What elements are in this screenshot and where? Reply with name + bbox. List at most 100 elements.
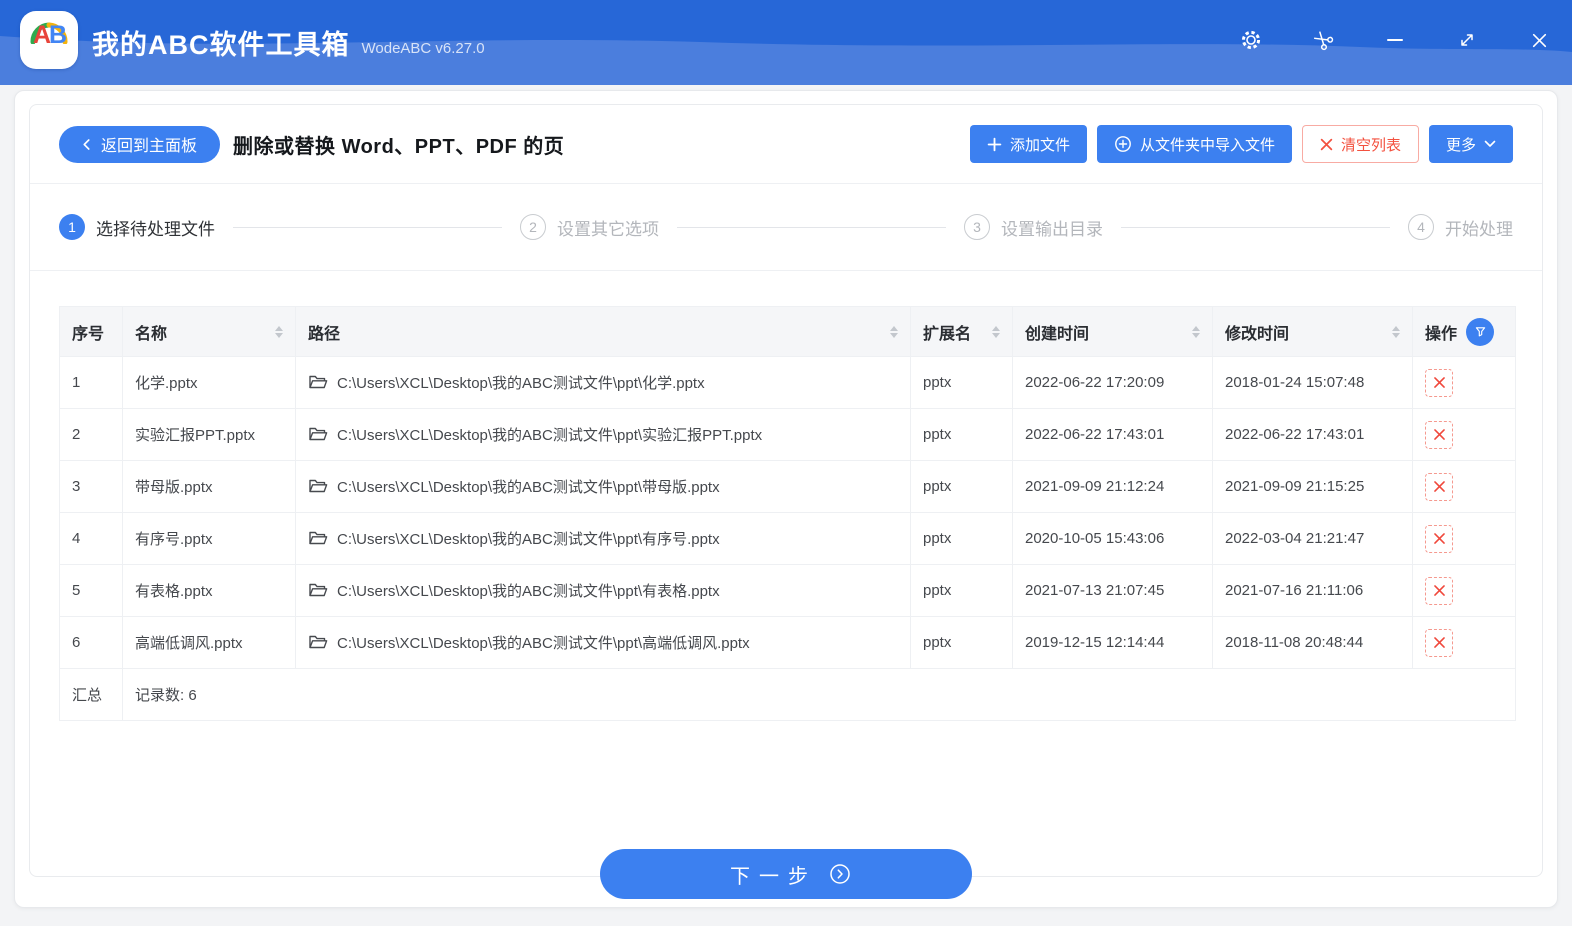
column-header-label: 操作 <box>1425 325 1458 343</box>
record-count: 记录数: 6 <box>122 668 1516 721</box>
sort-arrows-icon[interactable] <box>890 325 898 338</box>
cell-name: 带母版.pptx <box>122 460 296 513</box>
minimize-icon[interactable] <box>1384 29 1406 51</box>
summary-row: 汇总 记录数: 6 <box>59 668 1516 721</box>
column-header[interactable]: 操作 <box>1412 306 1516 357</box>
cell-name: 高端低调风.pptx <box>122 616 296 669</box>
delete-x-icon <box>1433 637 1445 648</box>
table-header-row: 序号 名称 路径 扩展名 创建时间 修改时间 操作 <box>59 306 1516 357</box>
cell-actions <box>1412 408 1516 461</box>
step-1-select-files: 1 选择待处理文件 <box>59 214 215 240</box>
cell-name: 化学.pptx <box>122 356 296 409</box>
step-3-output-dir: 3 设置输出目录 <box>964 214 1103 240</box>
step-4-start: 4 开始处理 <box>1408 214 1513 240</box>
next-step-button[interactable]: 下一步 <box>600 849 972 899</box>
app-logo: AB <box>20 11 78 69</box>
import-from-folder-button[interactable]: 从文件夹中导入文件 <box>1096 125 1292 163</box>
chevron-left-icon <box>83 138 90 150</box>
sort-arrows-icon[interactable] <box>275 325 283 338</box>
cell-ext: pptx <box>910 460 1013 513</box>
delete-row-button[interactable] <box>1425 576 1453 605</box>
cell-name: 有序号.pptx <box>122 512 296 565</box>
cell-actions <box>1412 356 1516 409</box>
back-to-dashboard-button[interactable]: 返回到主面板 <box>59 125 221 163</box>
column-header[interactable]: 修改时间 <box>1212 306 1413 357</box>
cell-index: 4 <box>59 512 123 565</box>
window-controls <box>1240 0 1550 80</box>
column-header: 序号 <box>59 306 123 357</box>
x-icon <box>1320 138 1333 150</box>
app-version: WodeABC v6.27.0 <box>361 40 485 57</box>
cell-created: 2021-09-09 21:12:24 <box>1012 460 1213 513</box>
step-3-number: 3 <box>964 214 990 240</box>
cell-name: 有表格.pptx <box>122 564 296 617</box>
add-files-button[interactable]: 添加文件 <box>969 125 1087 163</box>
plus-icon <box>987 137 1002 151</box>
content-panel: 返回到主面板 删除或替换 Word、PPT、PDF 的页 添加文件 从文件夹中导… <box>29 104 1543 877</box>
cell-ext: pptx <box>910 564 1013 617</box>
step-1-label: 选择待处理文件 <box>96 219 215 239</box>
step-4-number: 4 <box>1408 214 1434 240</box>
sort-arrows-icon[interactable] <box>1392 325 1400 338</box>
table-row: 1 化学.pptx C:\Users\XCL\Desktop\我的ABC测试文件… <box>59 356 1516 409</box>
step-2-number: 2 <box>520 214 546 240</box>
file-path: C:\Users\XCL\Desktop\我的ABC测试文件\ppt\高端低调风… <box>337 635 750 652</box>
import-from-folder-label: 从文件夹中导入文件 <box>1139 136 1275 154</box>
add-files-label: 添加文件 <box>1009 136 1070 154</box>
page-title: 删除或替换 Word、PPT、PDF 的页 <box>233 135 565 158</box>
sort-arrows-icon[interactable] <box>992 325 1000 338</box>
delete-row-button[interactable] <box>1425 420 1453 449</box>
folder-open-icon <box>309 427 328 441</box>
column-header[interactable]: 创建时间 <box>1012 306 1213 357</box>
cell-actions <box>1412 460 1516 513</box>
delete-row-button[interactable] <box>1425 472 1453 501</box>
summary-label: 汇总 <box>59 668 123 721</box>
cell-index: 2 <box>59 408 123 461</box>
panel-header: 返回到主面板 删除或替换 Word、PPT、PDF 的页 添加文件 从文件夹中导… <box>30 105 1542 184</box>
table-row: 5 有表格.pptx C:\Users\XCL\Desktop\我的ABC测试文… <box>59 564 1516 617</box>
folder-open-icon <box>309 375 328 389</box>
settings-icon[interactable] <box>1240 29 1262 51</box>
delete-row-button[interactable] <box>1425 368 1453 397</box>
maximize-icon[interactable] <box>1456 29 1478 51</box>
header-actions: 添加文件 从文件夹中导入文件 清空列表 更多 <box>969 125 1513 163</box>
delete-row-button[interactable] <box>1425 628 1453 657</box>
clear-list-button[interactable]: 清空列表 <box>1301 125 1419 163</box>
cell-path: C:\Users\XCL\Desktop\我的ABC测试文件\ppt\有序号.p… <box>295 512 911 565</box>
cell-name: 实验汇报PPT.pptx <box>122 408 296 461</box>
filter-icon[interactable] <box>1466 317 1495 346</box>
step-2-label: 设置其它选项 <box>557 219 659 239</box>
file-table-wrap: 序号 名称 路径 扩展名 创建时间 修改时间 操作 1 化学.pptx C:\U… <box>59 306 1516 721</box>
file-path: C:\Users\XCL\Desktop\我的ABC测试文件\ppt\有序号.p… <box>337 531 720 548</box>
column-header[interactable]: 扩展名 <box>910 306 1013 357</box>
titlebar: AB 我的ABC软件工具箱 WodeABC v6.27.0 <box>0 0 1572 85</box>
delete-x-icon <box>1433 533 1445 544</box>
step-1-number: 1 <box>59 214 85 240</box>
folder-open-icon <box>309 479 328 493</box>
more-label: 更多 <box>1445 136 1476 154</box>
sort-arrows-icon[interactable] <box>1192 325 1200 338</box>
step-3-label: 设置输出目录 <box>1001 219 1103 239</box>
column-header-label: 名称 <box>135 325 168 343</box>
column-header[interactable]: 路径 <box>295 306 911 357</box>
delete-x-icon <box>1433 585 1445 596</box>
cell-modified: 2018-01-24 15:07:48 <box>1212 356 1413 409</box>
cell-ext: pptx <box>910 512 1013 565</box>
clear-list-label: 清空列表 <box>1340 136 1401 154</box>
chevron-down-icon <box>1484 140 1496 147</box>
cell-actions <box>1412 512 1516 565</box>
folder-open-icon <box>309 531 328 545</box>
cell-ext: pptx <box>910 356 1013 409</box>
cell-created: 2019-12-15 12:14:44 <box>1012 616 1213 669</box>
cell-path: C:\Users\XCL\Desktop\我的ABC测试文件\ppt\化学.pp… <box>295 356 911 409</box>
close-icon[interactable] <box>1528 29 1550 51</box>
delete-x-icon <box>1433 377 1445 388</box>
cell-modified: 2022-03-04 21:21:47 <box>1212 512 1413 565</box>
cell-ext: pptx <box>910 616 1013 669</box>
delete-row-button[interactable] <box>1425 524 1453 553</box>
scissors-icon[interactable] <box>1312 29 1334 51</box>
more-button[interactable]: 更多 <box>1428 125 1513 163</box>
cell-path: C:\Users\XCL\Desktop\我的ABC测试文件\ppt\实验汇报P… <box>295 408 911 461</box>
column-header[interactable]: 名称 <box>122 306 296 357</box>
file-path: C:\Users\XCL\Desktop\我的ABC测试文件\ppt\有表格.p… <box>337 583 720 600</box>
